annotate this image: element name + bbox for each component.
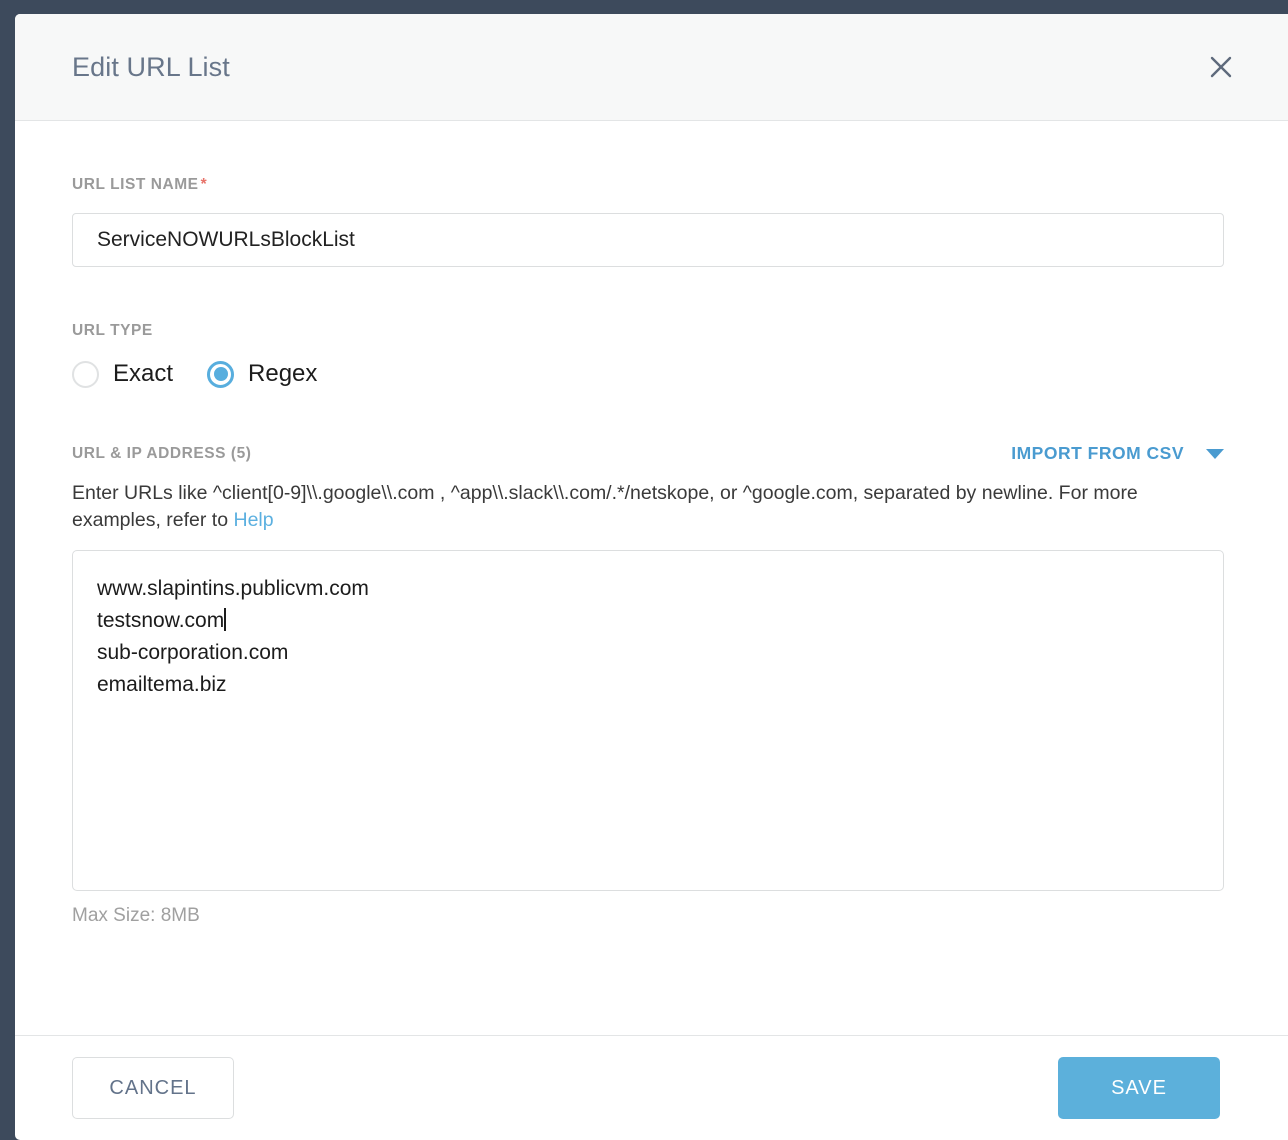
close-icon[interactable] — [1204, 50, 1238, 84]
required-asterisk: * — [200, 176, 208, 193]
url-ip-header-row: URL & IP ADDRESS (5) IMPORT FROM CSV — [72, 443, 1224, 464]
radio-regex-icon-selected[interactable] — [207, 360, 235, 388]
help-link[interactable]: Help — [233, 509, 273, 531]
import-from-csv-button[interactable]: IMPORT FROM CSV — [1011, 443, 1224, 464]
dialog-footer: CANCEL SAVE — [15, 1035, 1288, 1140]
url-line: sub-corporation.com — [97, 641, 289, 664]
url-type-label: URL TYPE — [72, 322, 153, 339]
url-ip-address-label: URL & IP ADDRESS (5) — [72, 444, 252, 462]
save-button[interactable]: SAVE — [1058, 1057, 1220, 1119]
url-list-name-input[interactable] — [72, 213, 1224, 267]
radio-option-regex[interactable]: Regex — [207, 360, 317, 388]
url-entry-hint-text: Enter URLs like ^client[0-9]\\.google\\.… — [72, 482, 1138, 531]
radio-option-exact-label: Exact — [113, 360, 174, 387]
url-list-name-label-text: URL LIST NAME — [72, 176, 199, 193]
radio-option-regex-label: Regex — [248, 360, 318, 387]
url-line: emailtema.biz — [97, 673, 227, 696]
dialog-title: Edit URL List — [72, 51, 230, 82]
url-line: www.slapintins.publicvm.com — [97, 577, 369, 600]
radio-option-exact[interactable]: Exact — [72, 360, 173, 388]
url-entry-hint: Enter URLs like ^client[0-9]\\.google\\.… — [72, 480, 1182, 534]
cancel-button[interactable]: CANCEL — [72, 1057, 234, 1119]
radio-exact-icon[interactable] — [72, 360, 99, 388]
dialog-header: Edit URL List — [15, 14, 1288, 121]
import-from-csv-label: IMPORT FROM CSV — [1011, 443, 1184, 463]
dialog-body: URL LIST NAME* URL TYPE Exact Regex URL … — [15, 121, 1288, 1035]
url-line: testsnow.com — [97, 605, 1199, 637]
edit-url-list-dialog: Edit URL List URL LIST NAME* URL TYPE Ex… — [15, 14, 1288, 1140]
url-type-radio-group: Exact Regex — [72, 360, 1231, 388]
url-list-textarea[interactable]: www.slapintins.publicvm.com testsnow.com… — [72, 550, 1224, 891]
chevron-down-icon[interactable] — [1206, 448, 1224, 459]
max-size-note: Max Size: 8MB — [72, 905, 200, 926]
url-list-name-label: URL LIST NAME * — [72, 176, 1231, 194]
